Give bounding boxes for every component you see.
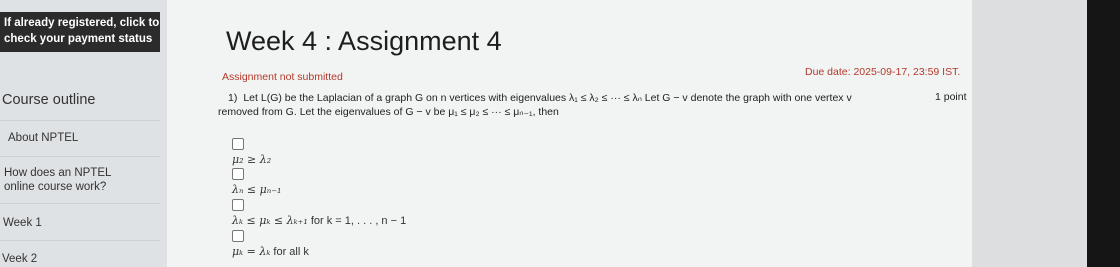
sidebar: If already registered, click to check yo…	[0, 0, 167, 267]
banner-line-2: check your payment status	[4, 33, 153, 45]
question-stem: Let L(G) be the Laplacian of a graph G o…	[243, 92, 852, 104]
sidebar-item-week-2[interactable]: Veek 2	[2, 252, 37, 266]
option-checkbox[interactable]	[232, 168, 244, 180]
divider	[0, 240, 160, 241]
divider	[0, 156, 160, 157]
payment-status-banner[interactable]: If already registered, click to check yo…	[0, 12, 160, 52]
option-checkbox[interactable]	[232, 138, 244, 150]
answer-option-1[interactable]: μ₂ ≥ λ₂	[232, 138, 271, 166]
question-line-2: removed from G. Let the eigenvalues of G…	[218, 106, 559, 118]
option-checkbox[interactable]	[232, 199, 244, 211]
course-outline-heading: Course outline	[2, 92, 96, 108]
option-checkbox[interactable]	[232, 230, 244, 242]
sidebar-item-about-nptel[interactable]: About NPTEL	[8, 131, 78, 145]
right-margin	[972, 0, 1087, 267]
question-number: 1)	[228, 92, 238, 104]
sidebar-item-label: online course work?	[4, 181, 107, 193]
divider	[0, 203, 160, 204]
sidebar-item-week-1[interactable]: Week 1	[3, 216, 42, 230]
question-line-1: 1) Let L(G) be the Laplacian of a graph G…	[218, 91, 918, 105]
option-label: λₙ ≤ μₙ₋₁	[232, 183, 282, 196]
page-title: Week 4 : Assignment 4	[226, 26, 502, 56]
question-text: 1) Let L(G) be the Laplacian of a graph G…	[218, 91, 918, 119]
answer-option-4[interactable]: μₖ = λₖ for all k	[232, 230, 309, 258]
sidebar-item-label: How does an NPTEL	[4, 167, 112, 179]
question-points: 1 point	[935, 91, 967, 103]
banner-line-1: If already registered, click to	[4, 17, 160, 29]
screen-edge	[1087, 0, 1120, 267]
submission-status: Assignment not submitted	[222, 71, 343, 83]
divider	[0, 120, 160, 121]
option-label: μₖ = λₖ for all k	[232, 245, 309, 258]
sidebar-item-how-nptel-works[interactable]: How does an NPTEL online course work?	[4, 166, 111, 194]
option-label: μ₂ ≥ λ₂	[232, 153, 272, 166]
option-label: λₖ ≤ μₖ ≤ λₖ₊₁ for k = 1, . . . , n − 1	[232, 214, 407, 227]
answer-option-2[interactable]: λₙ ≤ μₙ₋₁	[232, 168, 281, 196]
answer-option-3[interactable]: λₖ ≤ μₖ ≤ λₖ₊₁ for k = 1, . . . , n − 1	[232, 199, 406, 227]
due-date: Due date: 2025-09-17, 23:59 IST.	[805, 66, 961, 78]
